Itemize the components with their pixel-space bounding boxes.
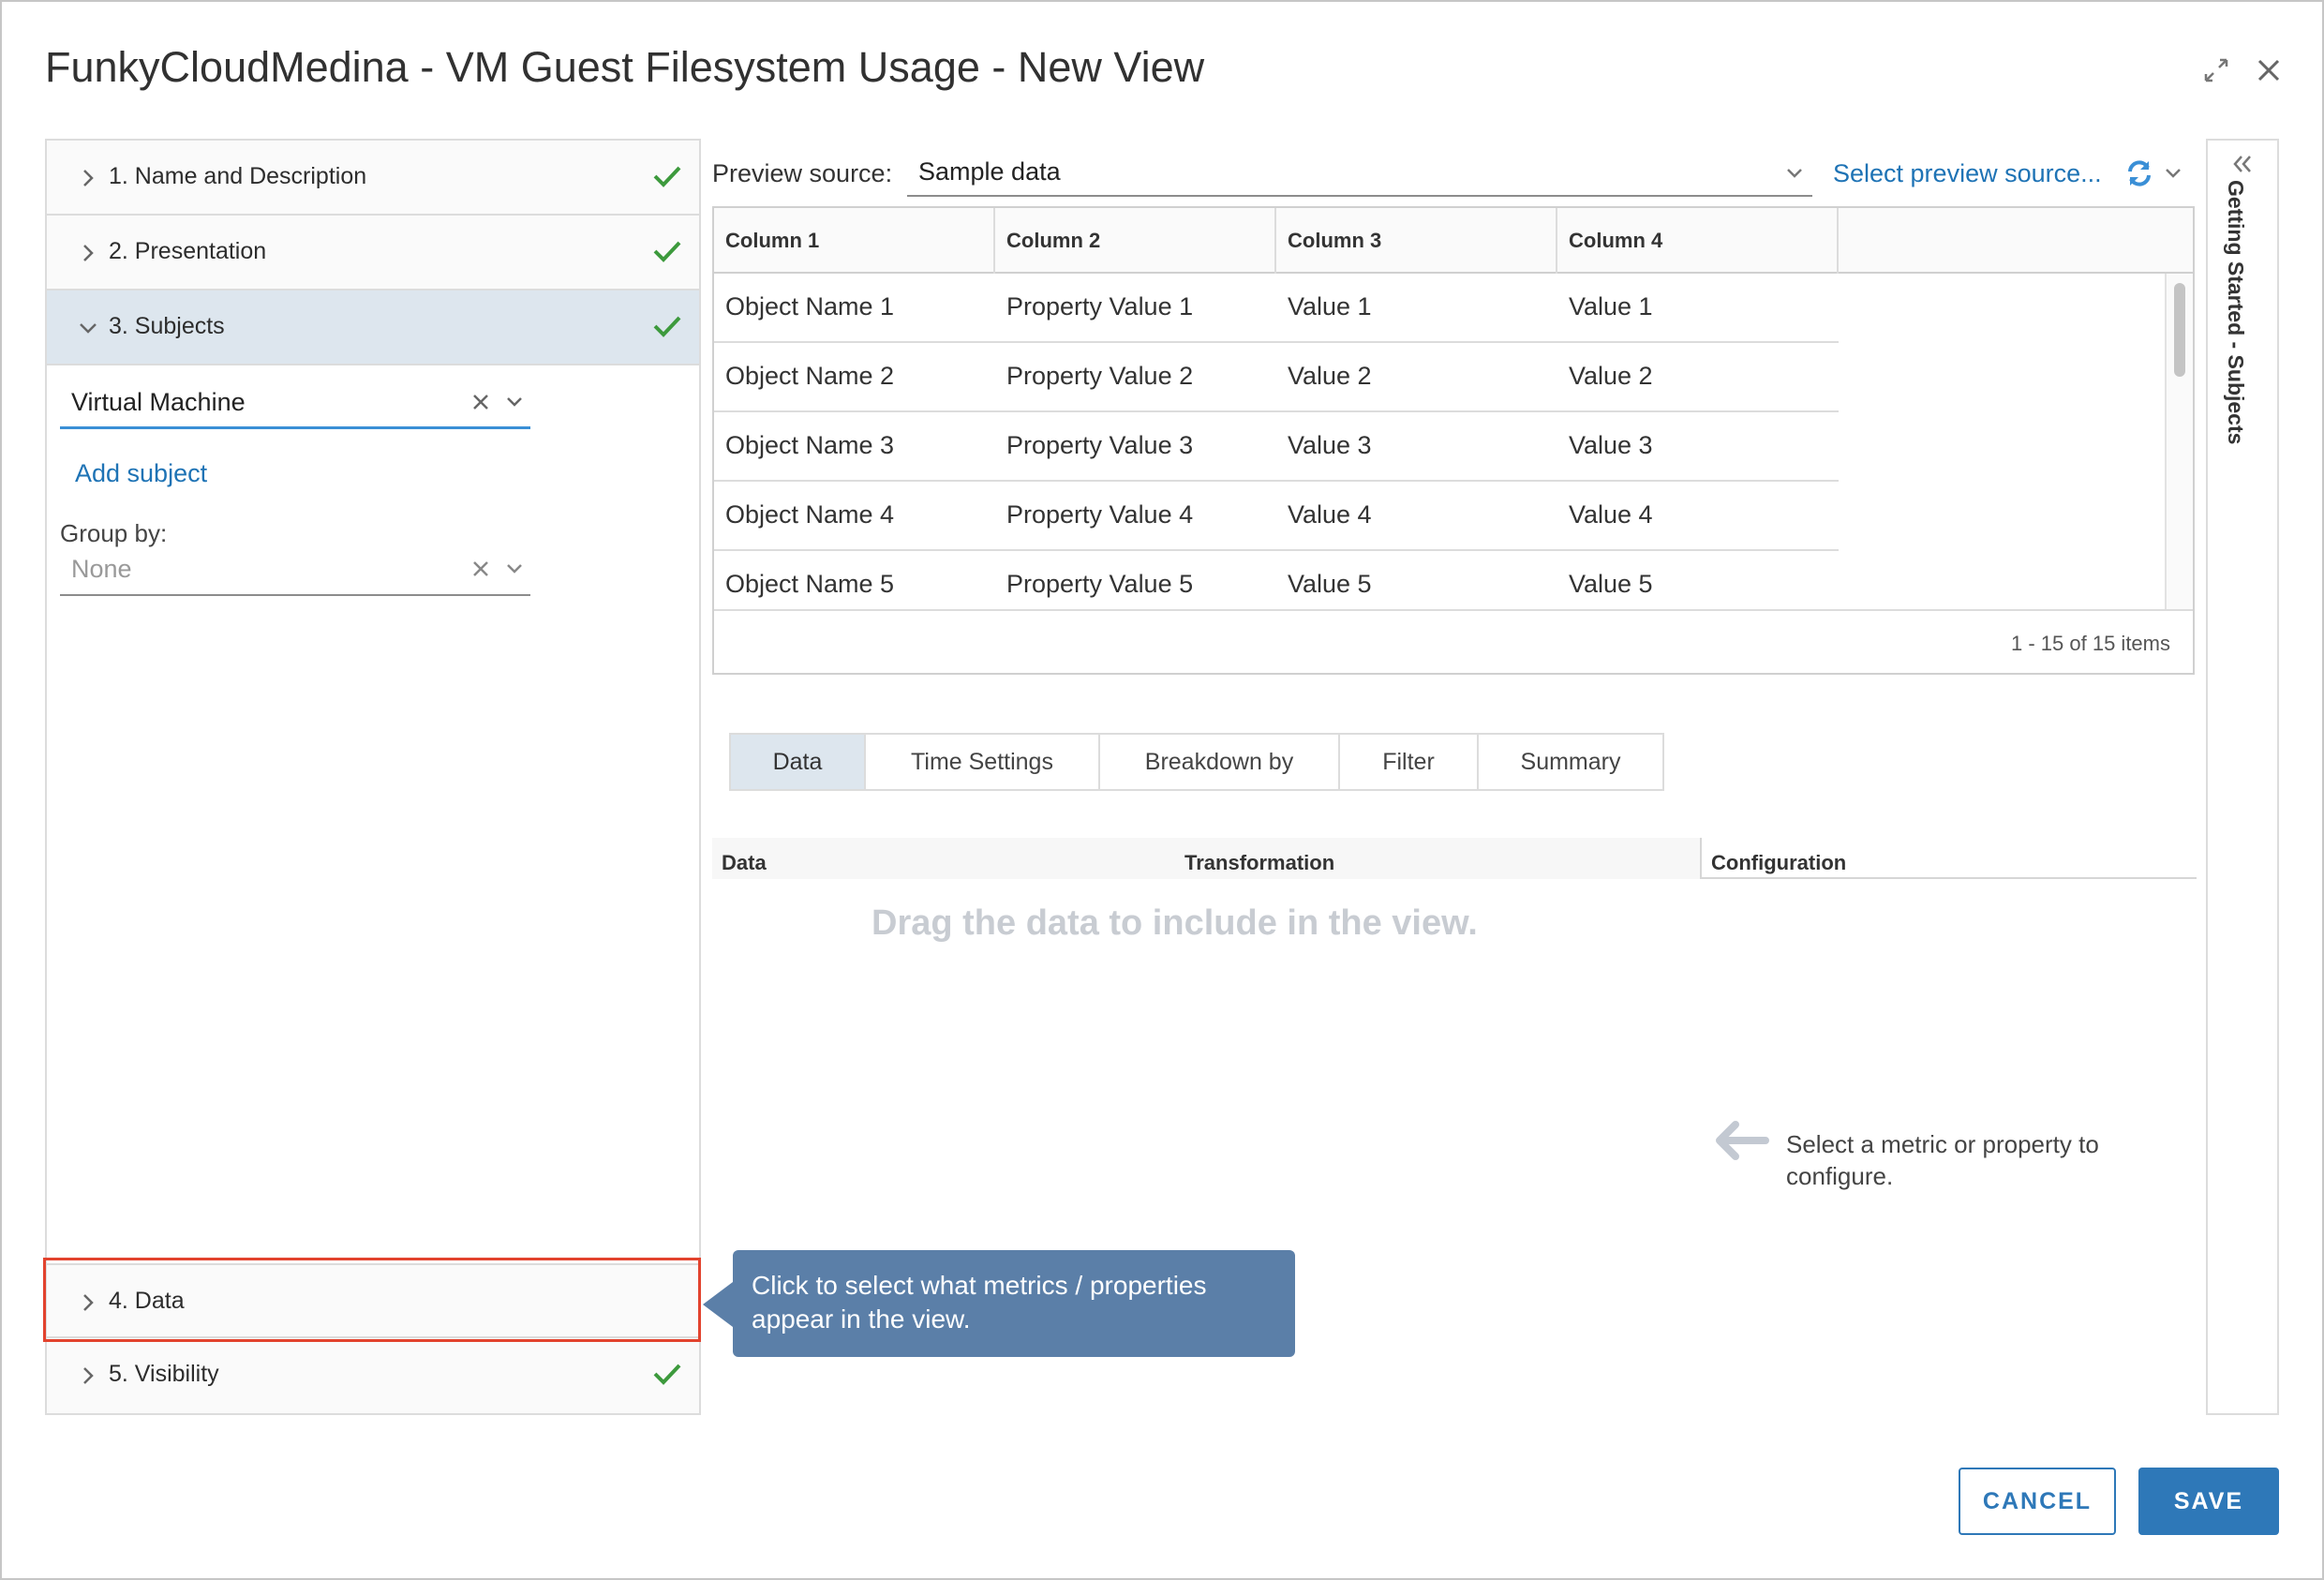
scrollbar-thumb[interactable] bbox=[2174, 283, 2185, 377]
step-visibility[interactable]: 5. Visibility bbox=[47, 1338, 699, 1413]
check-icon bbox=[653, 166, 681, 187]
drag-data-hint: Drag the data to include in the view. bbox=[872, 903, 1478, 943]
cancel-button[interactable]: CANCEL bbox=[1959, 1468, 2116, 1535]
grid-cell: Value 3 bbox=[1569, 431, 1653, 459]
grid-cell: Value 5 bbox=[1569, 570, 1653, 598]
check-icon bbox=[653, 241, 681, 262]
step-name-and-description[interactable]: 1. Name and Description bbox=[47, 141, 699, 216]
grid-cell: Value 1 bbox=[1288, 292, 1372, 320]
expand-icon[interactable] bbox=[2200, 54, 2232, 86]
new-view-dialog: FunkyCloudMedina - VM Guest Filesystem U… bbox=[0, 0, 2324, 1580]
grid-cell: Property Value 3 bbox=[1006, 431, 1194, 459]
refresh-icon[interactable] bbox=[2123, 157, 2155, 189]
table-row: Object Name 3 Property Value 3 Value 3 V… bbox=[714, 412, 1839, 482]
step-subjects[interactable]: 3. Subjects bbox=[47, 291, 699, 365]
grid-cell: Object Name 4 bbox=[725, 500, 895, 529]
grid-item-count: 1 - 15 of 15 items bbox=[2011, 632, 2170, 655]
subject-select[interactable]: Virtual Machine bbox=[60, 379, 530, 429]
chevron-down-icon[interactable] bbox=[502, 557, 527, 581]
grid-cell: Value 4 bbox=[1288, 500, 1372, 529]
table-row: Object Name 4 Property Value 4 Value 4 V… bbox=[714, 482, 1839, 551]
configure-hint: Select a metric or property to configure… bbox=[1786, 1130, 2099, 1190]
grid-cell: Object Name 1 bbox=[725, 292, 895, 320]
clear-icon[interactable] bbox=[469, 557, 493, 581]
wizard-steps-panel: 1. Name and Description 2. Presentation … bbox=[45, 139, 701, 1415]
tab-filter[interactable]: Filter bbox=[1340, 735, 1479, 789]
preview-source-value: Sample data bbox=[918, 157, 1061, 186]
chevron-down-icon[interactable] bbox=[502, 390, 527, 414]
chevron-right-icon bbox=[83, 245, 94, 261]
grid-footer: 1 - 15 of 15 items bbox=[714, 609, 2193, 673]
step-label: 5. Visibility bbox=[109, 1361, 219, 1387]
chevron-right-icon bbox=[83, 1367, 94, 1384]
step-label: 1. Name and Description bbox=[109, 163, 367, 189]
tab-data[interactable]: Data bbox=[731, 735, 866, 789]
table-row: Object Name 1 Property Value 1 Value 1 V… bbox=[714, 274, 1839, 343]
preview-source-select[interactable]: Sample data bbox=[907, 148, 1812, 197]
step-label: 3. Subjects bbox=[109, 313, 225, 339]
data-tabs: Data Time Settings Breakdown by Filter S… bbox=[729, 733, 1664, 791]
grid-cell: Value 1 bbox=[1569, 292, 1653, 320]
dialog-title: FunkyCloudMedina - VM Guest Filesystem U… bbox=[45, 43, 1205, 91]
grid-header: Column 1 Column 2 Column 3 Column 4 bbox=[714, 208, 2193, 274]
add-subject-link[interactable]: Add subject bbox=[75, 459, 207, 488]
chevron-down-icon bbox=[80, 323, 97, 334]
grid-cell: Value 2 bbox=[1569, 362, 1653, 390]
preview-grid: Column 1 Column 2 Column 3 Column 4 Obje… bbox=[712, 206, 2195, 675]
refresh-options-chevron-icon[interactable] bbox=[2161, 161, 2185, 186]
grid-scrollbar[interactable] bbox=[2165, 274, 2193, 609]
transformation-column-header: Transformation bbox=[1175, 838, 1700, 879]
column-header[interactable]: Column 1 bbox=[714, 208, 995, 274]
column-header[interactable]: Column 3 bbox=[1276, 208, 1557, 274]
data-step-callout: Click to select what metrics / propertie… bbox=[733, 1250, 1295, 1357]
step-label: 2. Presentation bbox=[109, 238, 267, 264]
group-by-label: Group by: bbox=[60, 519, 168, 547]
tab-summary[interactable]: Summary bbox=[1479, 735, 1662, 789]
save-button[interactable]: SAVE bbox=[2138, 1468, 2279, 1535]
step-data-highlight bbox=[43, 1258, 701, 1342]
getting-started-title[interactable]: Getting Started - Subjects bbox=[2223, 180, 2248, 444]
configuration-column-header: Configuration bbox=[1702, 838, 2197, 879]
arrow-left-icon bbox=[1711, 1117, 1771, 1164]
callout-arrow bbox=[703, 1282, 733, 1327]
tab-breakdown-by[interactable]: Breakdown by bbox=[1100, 735, 1340, 789]
data-column-header: Data bbox=[712, 838, 1175, 879]
column-header[interactable]: Column 2 bbox=[995, 208, 1276, 274]
close-icon[interactable] bbox=[2253, 54, 2285, 86]
grid-cell: Object Name 3 bbox=[725, 431, 895, 459]
table-row: Object Name 2 Property Value 2 Value 2 V… bbox=[714, 343, 1839, 412]
grid-cell: Property Value 4 bbox=[1006, 500, 1194, 529]
grid-cell: Object Name 2 bbox=[725, 362, 895, 390]
select-preview-source-link[interactable]: Select preview source... bbox=[1833, 159, 2102, 188]
chevron-right-icon bbox=[83, 170, 94, 186]
tab-time-settings[interactable]: Time Settings bbox=[866, 735, 1100, 789]
check-icon bbox=[653, 1364, 681, 1385]
grid-cell: Value 2 bbox=[1288, 362, 1372, 390]
grid-cell: Property Value 1 bbox=[1006, 292, 1194, 320]
subject-value: Virtual Machine bbox=[71, 388, 246, 416]
step-presentation[interactable]: 2. Presentation bbox=[47, 216, 699, 291]
grid-cell: Property Value 5 bbox=[1006, 570, 1194, 598]
group-by-select[interactable]: None bbox=[60, 547, 530, 596]
double-chevron-left-icon[interactable] bbox=[2228, 150, 2257, 178]
grid-cell: Value 5 bbox=[1288, 570, 1372, 598]
grid-cell: Object Name 5 bbox=[725, 570, 895, 598]
grid-cell: Value 4 bbox=[1569, 500, 1653, 529]
group-by-value: None bbox=[71, 555, 132, 583]
clear-icon[interactable] bbox=[469, 390, 493, 414]
grid-cell: Property Value 2 bbox=[1006, 362, 1194, 390]
column-header[interactable]: Column 4 bbox=[1557, 208, 1839, 274]
preview-source-label: Preview source: bbox=[712, 159, 893, 187]
grid-cell: Value 3 bbox=[1288, 431, 1372, 459]
chevron-down-icon bbox=[1787, 169, 1802, 178]
check-icon bbox=[653, 316, 681, 337]
